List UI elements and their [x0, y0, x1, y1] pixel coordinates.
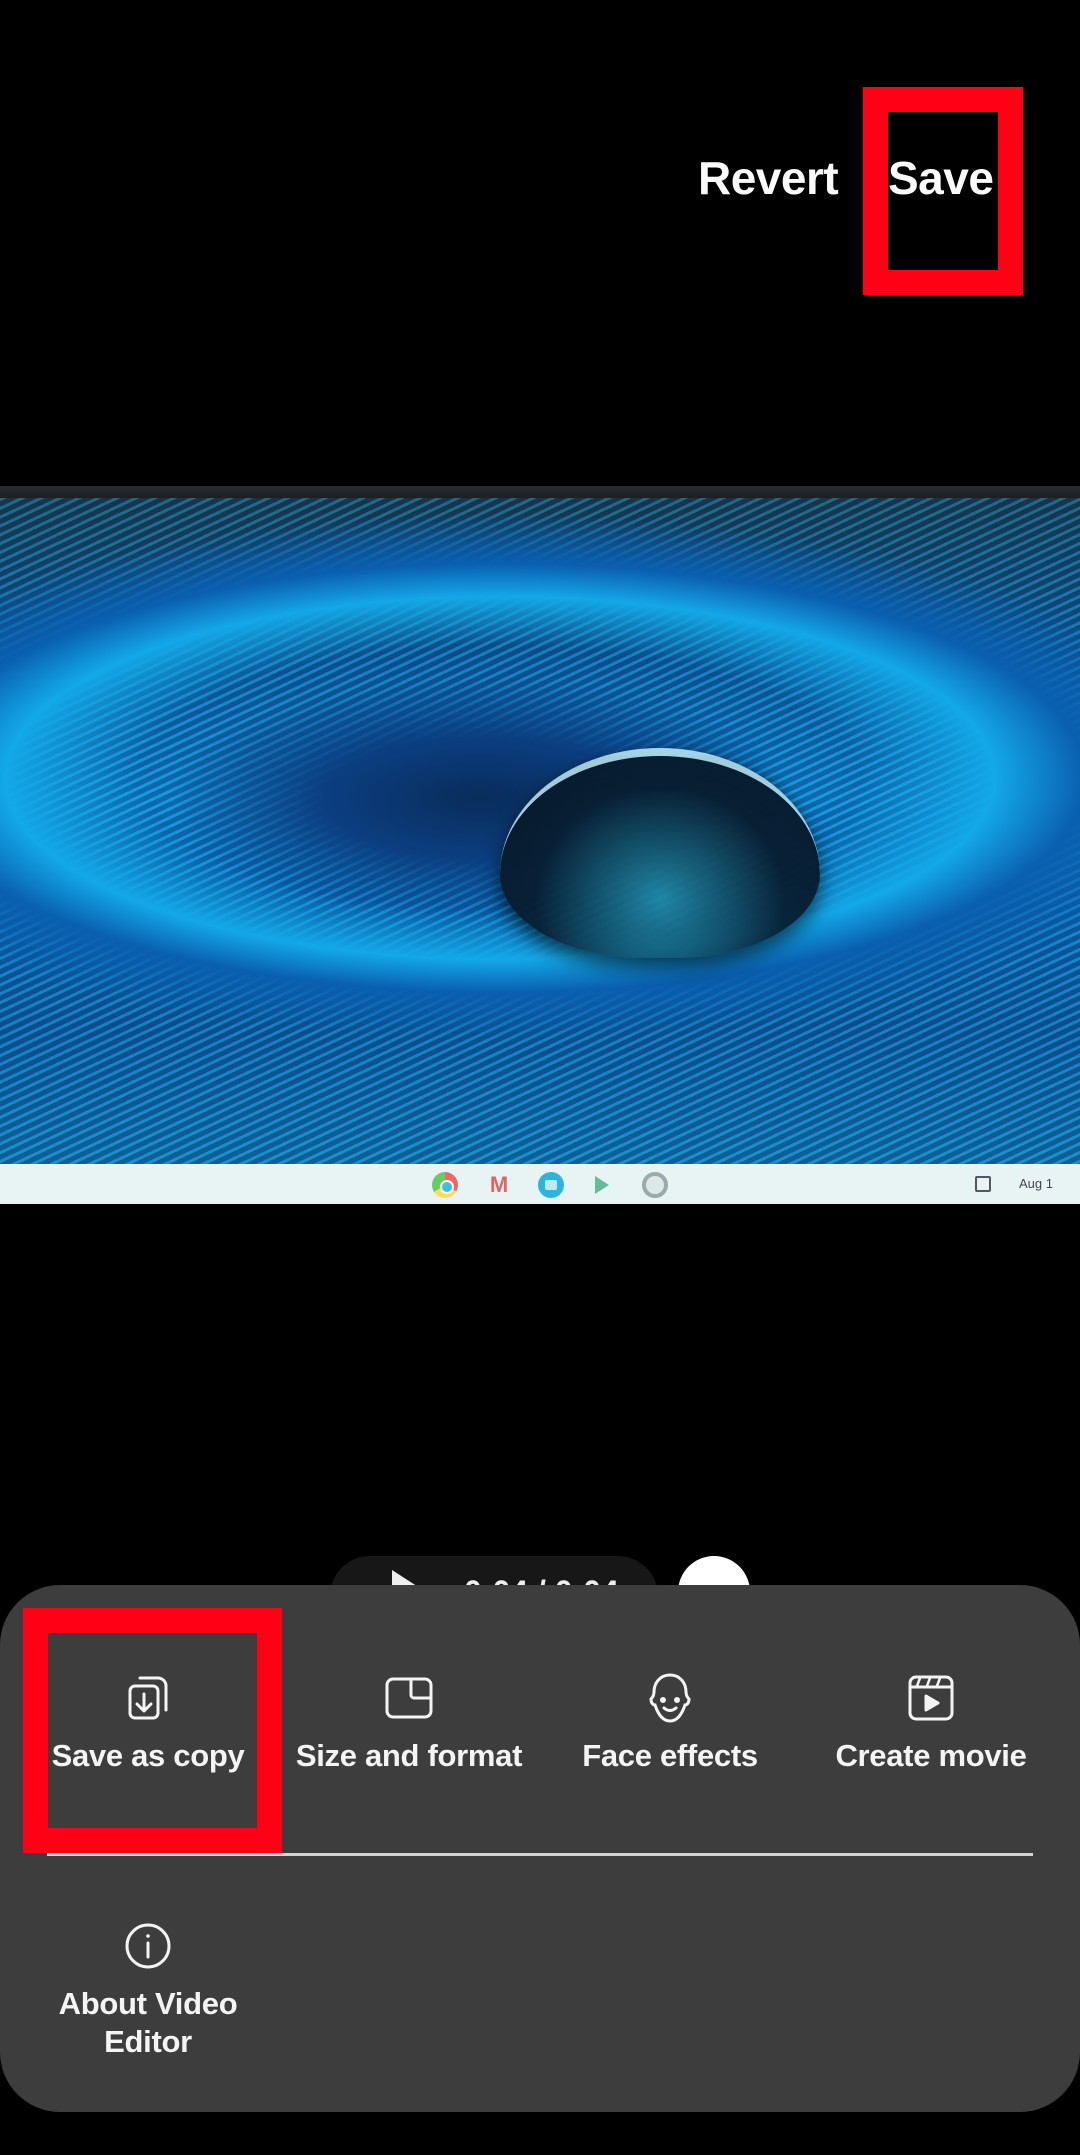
play-store-icon	[595, 1176, 609, 1194]
menu-row-2: About Video Editor	[0, 1857, 1080, 2107]
tray-icon	[975, 1176, 991, 1192]
settings-icon	[642, 1172, 668, 1198]
menu-item-label: Size and format	[295, 1738, 523, 1773]
screen-bezel	[0, 486, 1080, 498]
menu-item-label: Save as copy	[51, 1738, 245, 1773]
menu-item-size-and-format[interactable]: Size and format	[278, 1673, 540, 1775]
taskbar-date: Aug 1	[1019, 1176, 1053, 1191]
menu-item-about-video-editor[interactable]: About Video Editor	[17, 1921, 279, 2061]
more-options-sheet: Save as copy Size and format Face effect…	[0, 1585, 1080, 2112]
menu-row-1: Save as copy Size and format Face effect…	[0, 1585, 1080, 1855]
menu-item-save-as-copy[interactable]: Save as copy	[17, 1673, 279, 1775]
movie-icon	[906, 1673, 956, 1723]
menu-item-face-effects[interactable]: Face effects	[539, 1673, 801, 1775]
menu-item-label: Create movie	[835, 1738, 1027, 1773]
top-bar: Revert Save	[0, 0, 1080, 300]
menu-item-create-movie[interactable]: Create movie	[800, 1673, 1062, 1775]
gmail-icon: M	[489, 1172, 509, 1197]
chrome-icon	[432, 1172, 458, 1198]
chromeos-taskbar: M Aug 1	[0, 1164, 1080, 1204]
revert-button[interactable]: Revert	[698, 155, 839, 201]
info-icon	[123, 1921, 173, 1971]
files-icon	[538, 1172, 564, 1198]
menu-divider	[47, 1853, 1033, 1856]
face-icon	[645, 1673, 695, 1723]
save-copy-icon	[123, 1673, 173, 1723]
save-button[interactable]: Save	[888, 155, 994, 201]
menu-item-label: About Video Editor	[58, 1986, 238, 2059]
menu-item-label: Face effects	[582, 1738, 758, 1773]
size-format-icon	[384, 1673, 434, 1723]
video-preview[interactable]: M Aug 1	[0, 486, 1080, 1204]
